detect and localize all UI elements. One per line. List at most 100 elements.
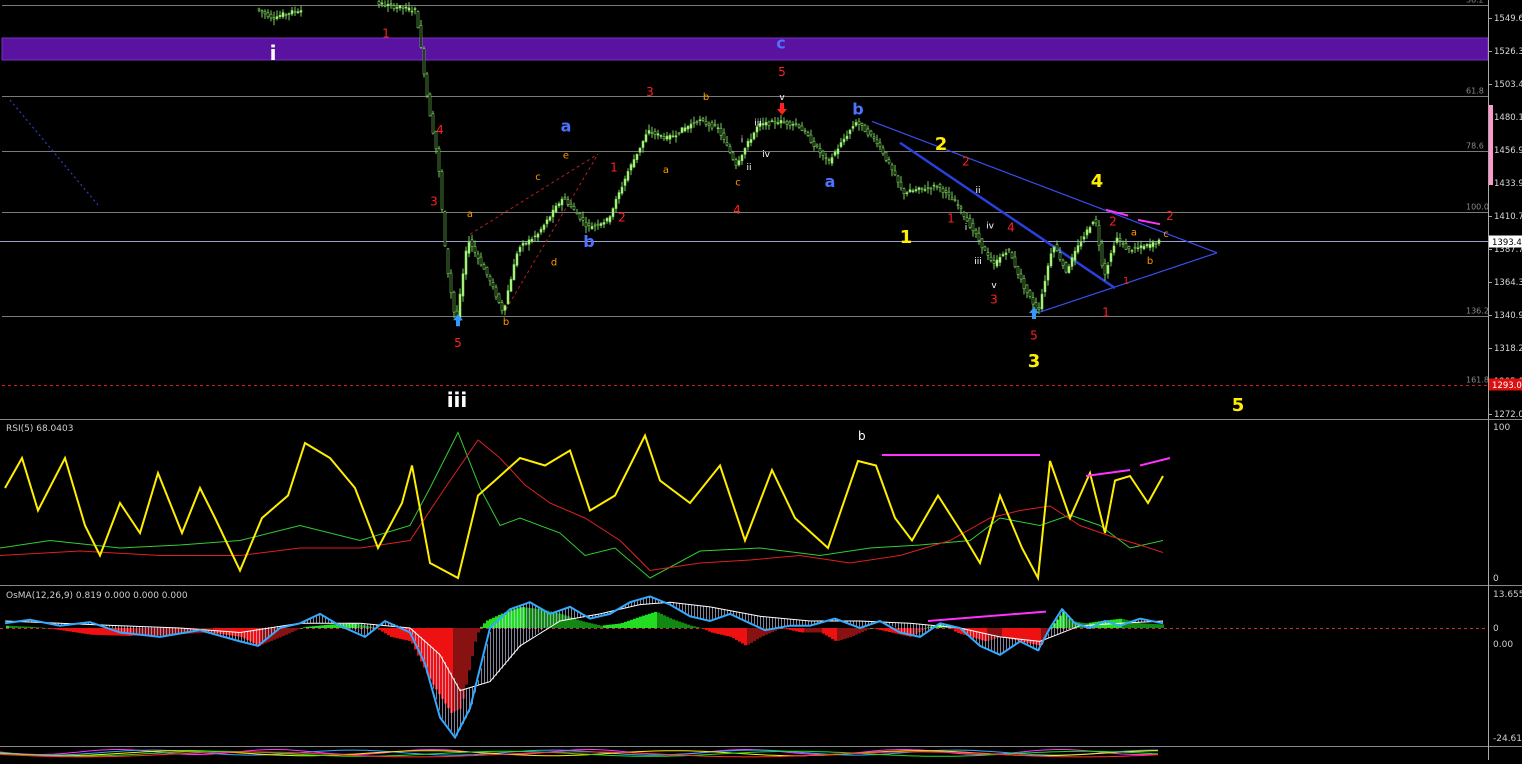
candle-body [803,130,807,132]
osma-bar [693,626,696,628]
candle-body [479,256,483,266]
osma-bar [21,626,24,628]
candle-body [791,124,795,126]
candle-body [500,302,504,312]
candle-body [1034,302,1038,310]
fib-label: 38.2 [1466,0,1484,5]
osma-bar [57,628,60,630]
osma-bar [18,626,21,628]
candle-body [749,139,753,143]
wave-label: d [551,258,557,269]
osma-bar [750,628,753,643]
osma-bar [378,628,381,630]
wave-label: 4 [733,203,741,217]
candle-body [560,198,564,206]
candle-body [596,223,600,226]
osma-bar [24,626,27,628]
candle-body [995,259,999,267]
candle-body [656,133,660,136]
current-price-label: 1393.4 [1492,238,1522,248]
price-tick-label: 1433.90 [1494,179,1522,189]
candle-body [1082,236,1086,240]
osma-tick-top: 13.655 [1493,590,1522,600]
candle-body [722,132,726,140]
osma-bar [849,628,852,638]
candle-body [1049,253,1053,267]
wave-label: i [965,223,968,233]
fib-label: 100.0 [1466,203,1489,212]
price-tick-label: 1318.20 [1494,344,1522,354]
osma-bar [582,621,585,628]
osma-bar [852,628,855,637]
price-tick-label: 1526.30 [1494,47,1522,57]
candle-body [788,121,792,126]
osma-bar [588,622,591,628]
wave-label: 5 [454,336,462,350]
candle-body [1010,252,1014,259]
osma-bar [384,628,387,634]
osma-bar [84,628,87,634]
osma-bar [312,626,315,628]
osma-bar [834,628,837,641]
osma-bar [303,627,306,628]
osma-bar [819,628,822,633]
wave-label: 5 [778,65,786,79]
candle-body [704,121,708,125]
candle-body [881,147,885,155]
candle-body [1130,250,1134,252]
candle-body [899,181,903,189]
osma-bar [873,628,876,629]
chart-canvas[interactable]: 38.250.061.878.6100.0136.2161.8 i1c5v435… [0,0,1522,760]
fib-label: 78.6 [1466,142,1484,151]
candle-body [1115,237,1119,243]
candle-body [392,5,396,9]
wave-label: ii [975,186,980,196]
candle-body [557,203,561,207]
candle-body [737,160,741,166]
osma-tick-zero-alt: 0.00 [1493,640,1513,650]
candle-body [1007,248,1011,251]
wave-label: 1 [610,160,618,174]
wave-label: 3 [1028,351,1041,372]
candle-body [974,229,978,235]
candle-body [1127,246,1131,250]
candle-body [380,2,384,5]
osma-bar [96,628,99,635]
candle-body [533,235,537,238]
osma-bar [861,628,864,633]
osma-bar [387,628,390,636]
candle-body [809,134,813,143]
osma-bar [882,628,885,631]
osma-bar [606,624,609,628]
candle-body [1142,245,1146,250]
candle-body [437,148,441,172]
candle-body [845,135,849,140]
candle-body [389,3,393,5]
candle-body [506,290,510,305]
osma-bar [54,628,57,630]
osma-bar [585,622,588,628]
osma-bar [639,616,642,628]
osma-bar [798,628,801,633]
candle-body [1151,242,1155,248]
osma-bar [642,615,645,628]
candle-body [938,183,942,188]
candle-body [923,189,927,191]
osma-bar [1158,624,1161,628]
candle-body [524,242,528,245]
candle-body [767,121,771,126]
candle-body [542,224,546,230]
candle-body [272,17,276,20]
wave-label: c [735,178,741,189]
candle-body [677,132,681,135]
candle-body [266,12,270,18]
osma-bar [822,628,825,634]
candle-body [989,256,993,261]
osma-bar [282,628,285,637]
osma-bar [99,628,102,636]
osma-bar [69,628,72,632]
candle-body [713,124,717,126]
osma-bar [393,628,396,638]
candle-body [422,48,426,75]
osma-bar [888,628,891,633]
